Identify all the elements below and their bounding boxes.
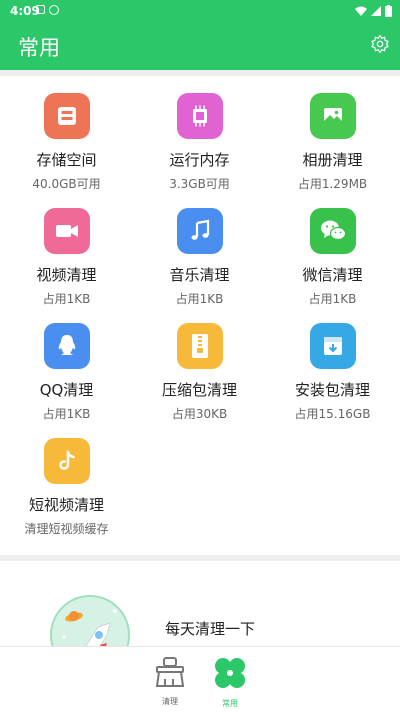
tile-title: 短视频清理 xyxy=(28,496,104,514)
tile-title: 微信清理 xyxy=(302,266,363,284)
tile-storage[interactable]: 存储空间 40.0GB可用 xyxy=(0,86,133,196)
storage-icon xyxy=(44,93,90,139)
tile-subtitle: 40.0GB可用 xyxy=(32,177,101,191)
tile-memory[interactable]: 运行内存 3.3GB可用 xyxy=(133,86,266,196)
tile-photo[interactable]: 相册清理 占用1.29MB xyxy=(266,86,399,196)
tile-title: 相册清理 xyxy=(302,151,363,169)
tile-zip[interactable]: 压缩包清理 占用30KB xyxy=(133,316,266,426)
tile-title: 安装包清理 xyxy=(294,381,370,399)
photo-icon xyxy=(310,93,356,139)
tile-qq[interactable]: QQ清理 占用1KB xyxy=(0,316,133,426)
page-title: 常用 xyxy=(18,36,60,60)
tile-subtitle: 占用1KB xyxy=(42,407,91,421)
tile-subtitle: 占用1.29MB xyxy=(297,177,368,191)
tile-title: 视频清理 xyxy=(36,266,97,284)
wifi-icon xyxy=(355,6,367,16)
music-icon xyxy=(177,208,223,254)
tile-subtitle: 占用1KB xyxy=(175,292,224,306)
tiktok-icon xyxy=(44,438,90,484)
nav-item-common[interactable]: 常用 xyxy=(200,655,260,709)
clover-icon xyxy=(215,658,245,688)
app-bar: 常用 xyxy=(0,24,400,70)
tile-subtitle: 占用1KB xyxy=(42,292,91,306)
broom-icon xyxy=(155,657,185,687)
tile-video[interactable]: 视频清理 占用1KB xyxy=(0,201,133,311)
status-bar: 4:09 xyxy=(0,0,400,24)
nav-item-clean[interactable]: 清理 xyxy=(140,655,200,707)
zip-icon xyxy=(177,323,223,369)
tile-title: 音乐清理 xyxy=(169,266,230,284)
battery-icon xyxy=(385,5,392,17)
tile-title: QQ清理 xyxy=(39,381,94,399)
bottom-navigation: 清理 常用 xyxy=(0,646,400,712)
qq-icon xyxy=(44,323,90,369)
signal-icon xyxy=(371,6,381,16)
tile-short-video[interactable]: 短视频清理 清理短视频缓存 xyxy=(0,431,133,541)
gear-icon[interactable] xyxy=(370,34,390,54)
daily-clean-card[interactable]: 每天清理一下 xyxy=(0,561,400,675)
tile-subtitle: 占用1KB xyxy=(308,292,357,306)
tile-title: 运行内存 xyxy=(169,151,230,169)
daily-clean-text: 每天清理一下 xyxy=(165,620,256,638)
tile-music[interactable]: 音乐清理 占用1KB xyxy=(133,201,266,311)
tile-subtitle: 占用30KB xyxy=(171,407,228,421)
nav-label: 清理 xyxy=(162,697,178,706)
tile-subtitle: 占用15.16GB xyxy=(294,407,371,421)
sync-icon xyxy=(49,5,59,15)
install-package-icon xyxy=(310,323,356,369)
notification-icon xyxy=(36,5,45,14)
tile-title: 压缩包清理 xyxy=(161,381,237,399)
tile-install-package[interactable]: 安装包清理 占用15.16GB xyxy=(266,316,399,426)
tile-subtitle: 3.3GB可用 xyxy=(169,177,230,191)
video-icon xyxy=(44,208,90,254)
tile-subtitle: 清理短视频缓存 xyxy=(24,522,109,536)
tile-wechat[interactable]: 微信清理 占用1KB xyxy=(266,201,399,311)
nav-label: 常用 xyxy=(222,699,238,708)
wechat-icon xyxy=(310,208,356,254)
top-divider xyxy=(0,70,400,76)
memory-chip-icon xyxy=(177,93,223,139)
tile-title: 存储空间 xyxy=(36,151,97,169)
